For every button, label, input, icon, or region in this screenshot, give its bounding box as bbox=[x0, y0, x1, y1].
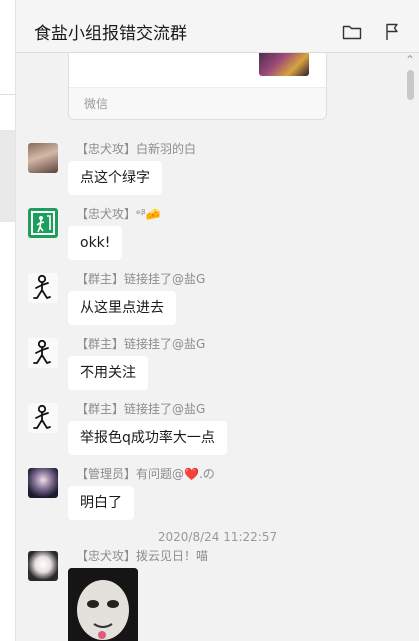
message-bubble[interactable]: 点这个绿字 bbox=[68, 161, 162, 195]
scroll-up-arrow[interactable]: ⌃ bbox=[405, 54, 415, 66]
avatar[interactable] bbox=[28, 403, 58, 433]
sender-name: 【群主】链接挂了@盐G bbox=[76, 337, 206, 351]
message-list[interactable]: 微信 【忠犬攻】白新羽的白 点这个绿字 【忠犬攻】ᵉᵝ🧀 okk! 【群主】链接… bbox=[16, 53, 419, 641]
card-thumbnail bbox=[259, 53, 309, 76]
timestamp: 2020/8/24 11:22:57 bbox=[157, 530, 278, 544]
avatar[interactable] bbox=[28, 338, 58, 368]
sender-name: 【群主】链接挂了@盐G bbox=[76, 402, 206, 416]
panda-face-sticker-icon bbox=[68, 568, 138, 641]
shared-link-card[interactable]: 微信 bbox=[68, 53, 327, 120]
message-bubble[interactable]: 明白了 bbox=[68, 486, 134, 520]
sender-name: 【管理员】有问题@❤️.の bbox=[76, 467, 215, 481]
sender-name: 【忠犬攻】ᵉᵝ🧀 bbox=[76, 207, 161, 221]
avatar[interactable] bbox=[28, 468, 58, 498]
message-bubble[interactable]: 不用关注 bbox=[68, 356, 148, 390]
flag-icon[interactable] bbox=[384, 23, 404, 43]
selected-conversation-edge[interactable] bbox=[0, 130, 15, 222]
message-bubble[interactable]: 举报色q成功率大一点 bbox=[68, 421, 227, 455]
chat-header: 食盐小组报错交流群 bbox=[16, 0, 419, 53]
chat-title: 食盐小组报错交流群 bbox=[34, 24, 187, 44]
avatar[interactable] bbox=[28, 273, 58, 303]
avatar[interactable] bbox=[28, 143, 58, 173]
left-panel-edge bbox=[0, 0, 16, 641]
divider bbox=[0, 94, 15, 95]
message-bubble[interactable]: okk! bbox=[68, 226, 123, 260]
folder-icon[interactable] bbox=[342, 23, 362, 43]
card-source-label: 微信 bbox=[84, 97, 109, 111]
avatar[interactable] bbox=[28, 208, 58, 238]
sender-name: 【忠犬攻】拨云见日！喵 bbox=[76, 549, 209, 563]
avatar[interactable] bbox=[28, 551, 58, 581]
stick-figure-icon bbox=[33, 274, 51, 299]
green-figure-icon bbox=[31, 211, 55, 235]
message-bubble[interactable]: 从这里点进去 bbox=[68, 291, 176, 325]
card-footer: 微信 bbox=[69, 88, 326, 119]
sender-name: 【忠犬攻】白新羽的白 bbox=[76, 142, 197, 156]
sticker-image[interactable] bbox=[68, 568, 138, 641]
stick-figure-icon bbox=[33, 404, 51, 429]
scrollbar-thumb[interactable] bbox=[407, 70, 414, 100]
sender-name: 【群主】链接挂了@盐G bbox=[76, 272, 206, 286]
stick-figure-icon bbox=[33, 339, 51, 364]
